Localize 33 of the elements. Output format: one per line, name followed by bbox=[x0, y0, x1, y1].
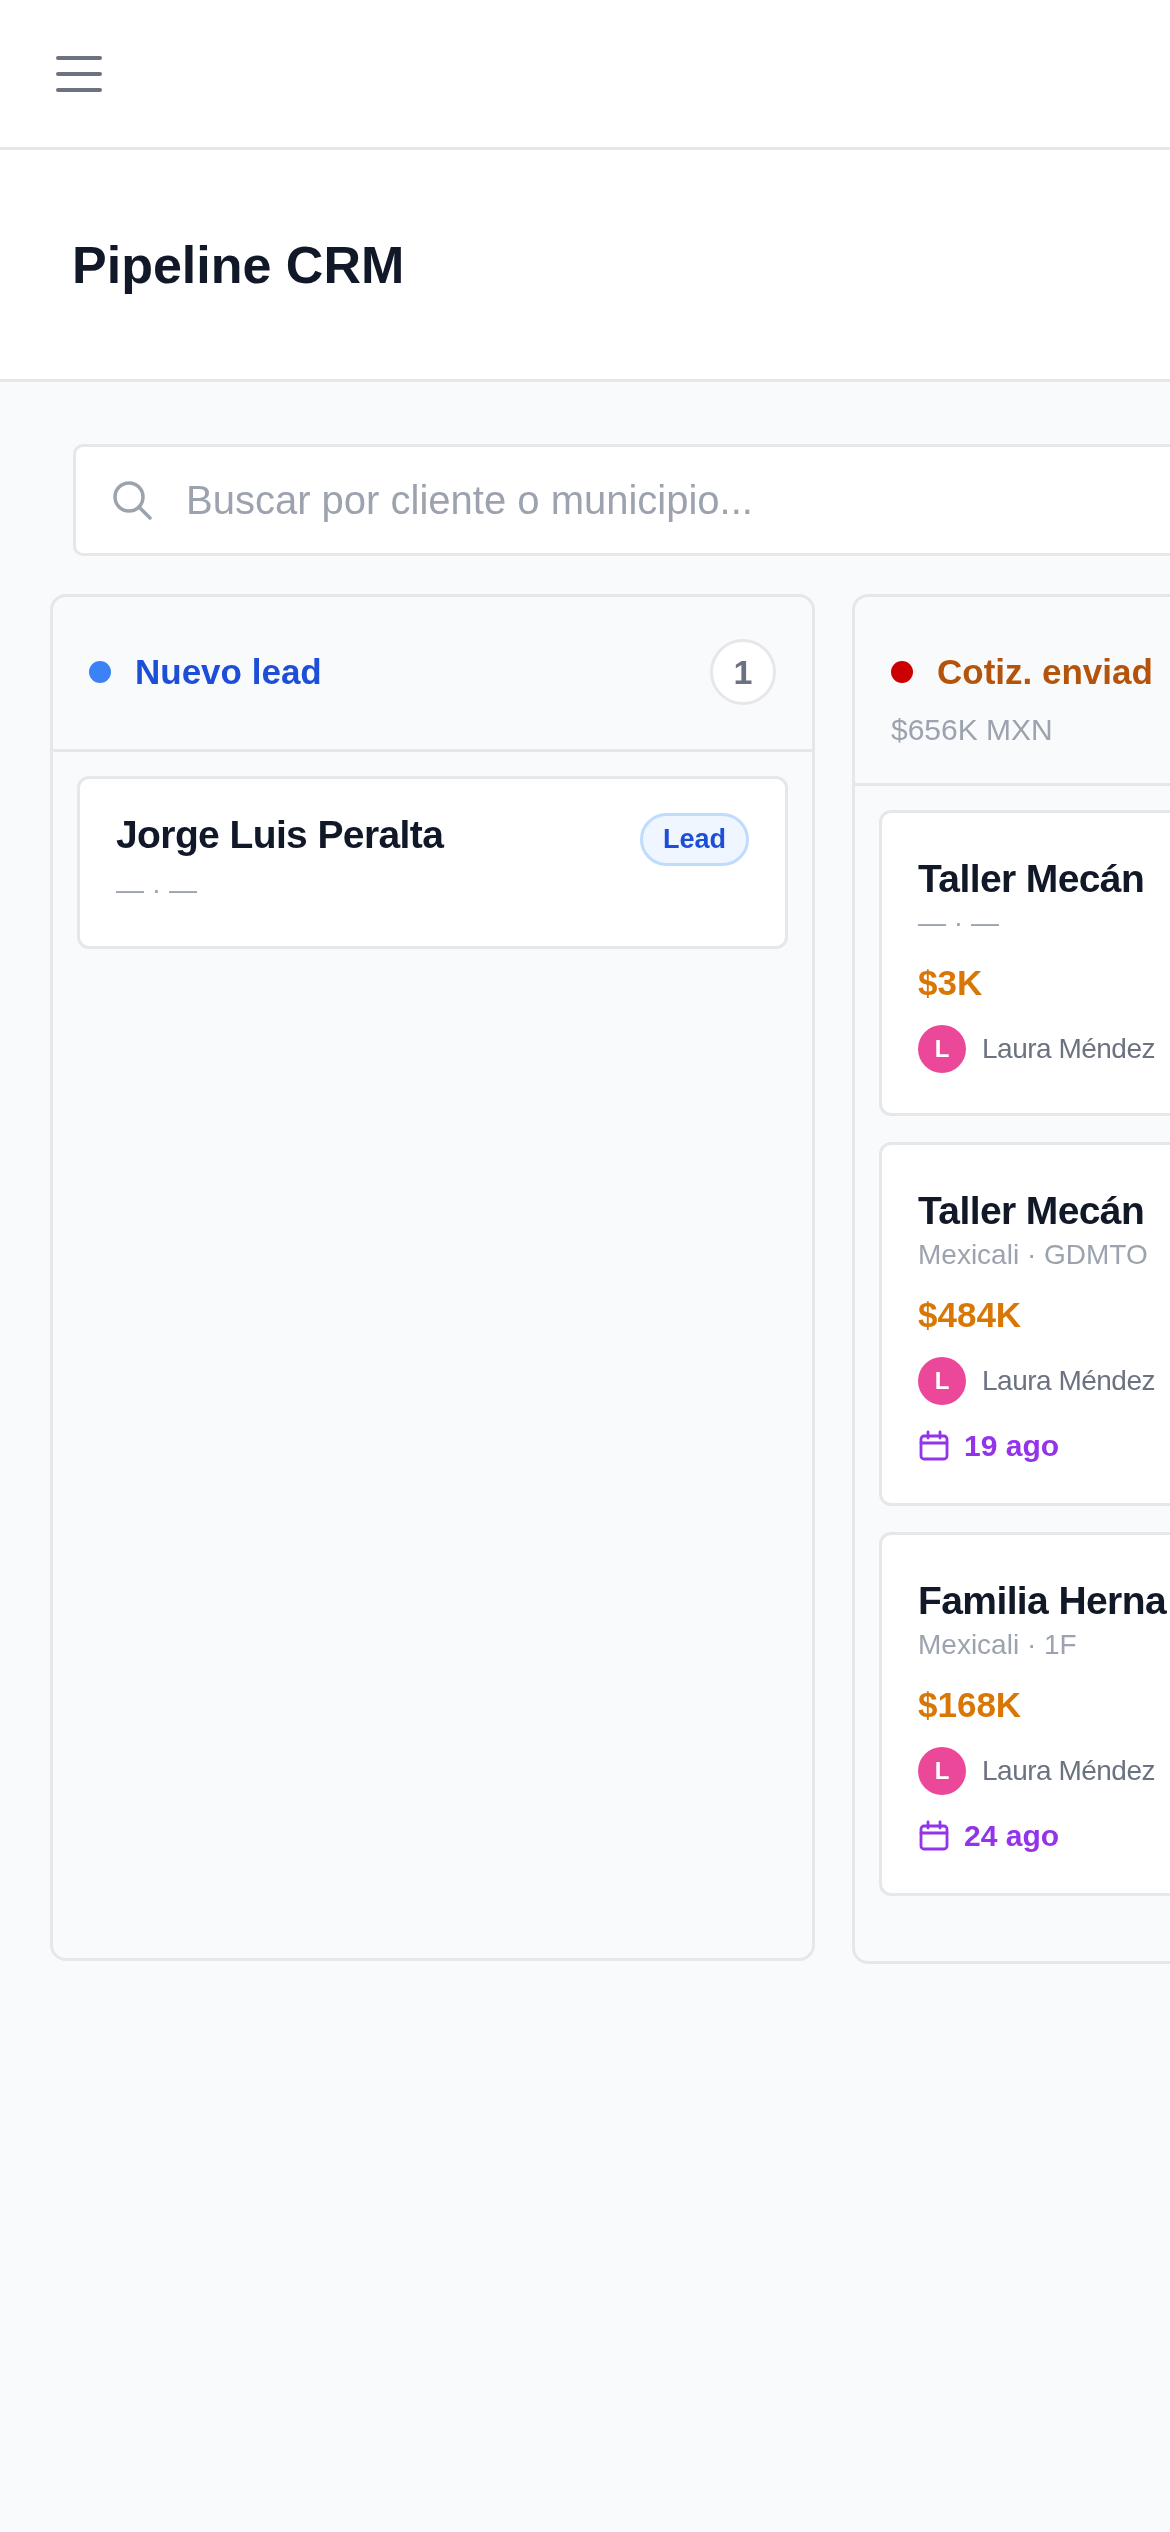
client-location: — · — bbox=[918, 907, 1000, 939]
lead-badge: Lead bbox=[639, 813, 749, 866]
search-field[interactable]: Buscar por cliente o municipio... bbox=[73, 444, 1170, 556]
deal-amount: $3K bbox=[918, 963, 984, 1003]
column-total: $656K MXN bbox=[891, 713, 1054, 747]
calendar-icon bbox=[918, 1820, 950, 1852]
owner-name: Laura Méndez bbox=[982, 1365, 1155, 1397]
avatar: L bbox=[918, 1747, 966, 1795]
client-name: Taller Mecán bbox=[918, 857, 1145, 901]
deal-amount: $168K bbox=[918, 1685, 1023, 1725]
deal-amount: $484K bbox=[918, 1295, 1023, 1335]
avatar: L bbox=[918, 1025, 966, 1073]
client-location: — · — bbox=[116, 874, 198, 906]
avatar: L bbox=[918, 1357, 966, 1405]
owner-name: Laura Méndez bbox=[982, 1033, 1155, 1065]
calendar-icon bbox=[918, 1430, 950, 1462]
deal-card[interactable]: Taller Mecán Mexicali · GDMTO $484K L Laura Méndez 19 ago bbox=[879, 1142, 1170, 1506]
deal-card[interactable]: Familia Herna Mexicali · 1F $168K L Laura Méndez 24 ago bbox=[879, 1532, 1170, 1896]
page-title: Pipeline CRM bbox=[72, 234, 405, 295]
owner-name: Laura Méndez bbox=[982, 1755, 1155, 1787]
column-title: Cotiz. enviad bbox=[937, 652, 1153, 692]
client-location: Mexicali · 1F bbox=[918, 1629, 1078, 1661]
due-date: 24 ago bbox=[964, 1819, 1060, 1853]
due-date: 19 ago bbox=[964, 1429, 1060, 1463]
column-title: Nuevo lead bbox=[135, 652, 322, 692]
client-name: Familia Herna bbox=[918, 1579, 1166, 1623]
deal-card[interactable]: Jorge Luis Peralta Lead — · — bbox=[77, 776, 788, 949]
count-badge: 1 bbox=[710, 639, 776, 705]
client-location: Mexicali · GDMTO bbox=[918, 1239, 1149, 1271]
deal-card[interactable]: Taller Mecán — · — $3K L Laura Méndez bbox=[879, 810, 1170, 1116]
client-name: Taller Mecán bbox=[918, 1189, 1145, 1233]
client-name: Jorge Luis Peralta bbox=[116, 813, 444, 857]
menu-icon[interactable] bbox=[55, 53, 103, 94]
